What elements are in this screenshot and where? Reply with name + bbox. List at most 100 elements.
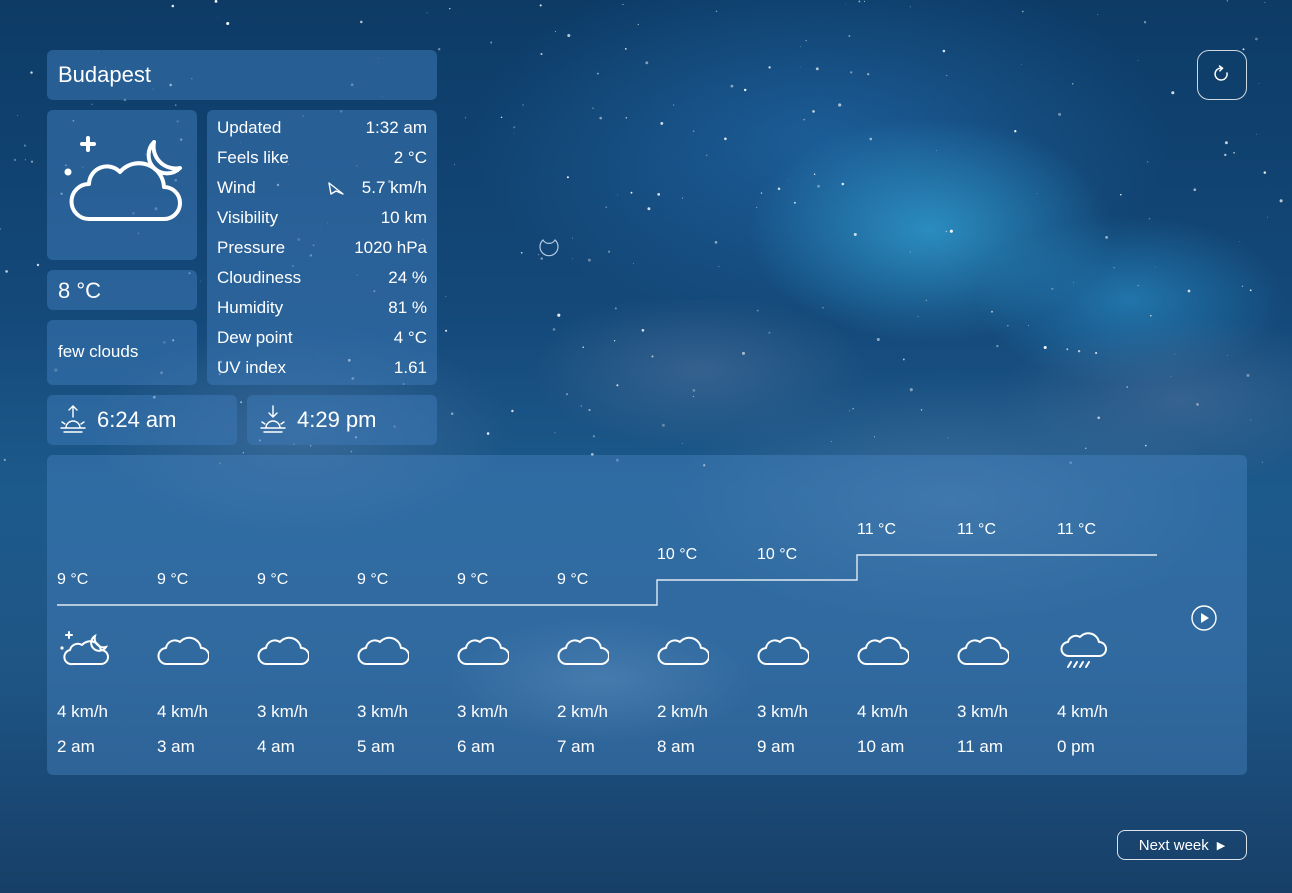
star bbox=[1145, 444, 1147, 447]
star bbox=[1255, 37, 1258, 41]
star bbox=[540, 257, 543, 260]
star bbox=[714, 241, 718, 244]
star bbox=[226, 21, 230, 26]
star bbox=[1224, 141, 1228, 145]
detail-label: Humidity bbox=[217, 298, 284, 317]
star bbox=[1233, 151, 1235, 154]
star bbox=[1246, 373, 1250, 377]
hourly-temp-label: 10 °C bbox=[757, 546, 798, 563]
detail-row-feels-like: Feels like 2 °C bbox=[217, 147, 427, 177]
hourly-wind-speed: 2 km/h bbox=[657, 702, 709, 721]
star bbox=[171, 4, 175, 8]
night-few-clouds-icon bbox=[64, 136, 182, 221]
star bbox=[522, 104, 524, 106]
star bbox=[592, 435, 596, 438]
star bbox=[936, 150, 937, 151]
star bbox=[1174, 353, 1176, 355]
star bbox=[1249, 289, 1252, 292]
star bbox=[490, 41, 493, 44]
star bbox=[605, 206, 607, 208]
star bbox=[614, 307, 617, 310]
hourly-wind-speed: 4 km/h bbox=[157, 702, 209, 721]
sunrise-time: 6:24 am bbox=[97, 407, 177, 432]
moon-crescent bbox=[539, 239, 559, 257]
star bbox=[310, 445, 312, 447]
star bbox=[1095, 351, 1098, 355]
refresh-button[interactable] bbox=[1197, 50, 1247, 100]
star bbox=[794, 201, 796, 204]
star bbox=[715, 10, 718, 13]
detail-label: Visibility bbox=[217, 208, 279, 227]
star bbox=[852, 408, 854, 410]
detail-row-uv-index: UV index 1.61 bbox=[217, 357, 427, 387]
next-week-button[interactable]: Next week ▶ bbox=[1117, 830, 1247, 860]
star bbox=[1126, 386, 1128, 388]
star bbox=[1058, 112, 1062, 116]
hourly-time: 5 am bbox=[357, 737, 395, 756]
star bbox=[240, 401, 243, 404]
star bbox=[1258, 83, 1260, 84]
detail-label: Feels like bbox=[217, 148, 289, 167]
star bbox=[449, 7, 451, 10]
star bbox=[1137, 285, 1139, 287]
play-forecast-button[interactable] bbox=[1191, 605, 1217, 631]
detail-row-humidity: Humidity 81 % bbox=[217, 297, 427, 327]
star bbox=[438, 48, 441, 51]
star bbox=[867, 73, 870, 76]
star bbox=[947, 437, 949, 439]
star bbox=[848, 410, 851, 412]
star bbox=[858, 0, 861, 3]
cloud-icon bbox=[857, 630, 910, 675]
star bbox=[869, 137, 873, 141]
star bbox=[217, 17, 219, 19]
hourly-temp-label: 11 °C bbox=[1057, 521, 1097, 538]
star bbox=[647, 207, 651, 211]
star bbox=[661, 423, 665, 427]
star bbox=[592, 107, 594, 109]
star bbox=[599, 116, 603, 120]
detail-row-wind: Wind 5.7 km/h bbox=[217, 177, 427, 207]
star bbox=[660, 121, 664, 125]
star bbox=[777, 187, 781, 191]
star bbox=[902, 358, 905, 361]
detail-value: 2 °C bbox=[393, 148, 427, 167]
star bbox=[360, 20, 363, 24]
star bbox=[1071, 83, 1074, 85]
star bbox=[617, 194, 618, 196]
star bbox=[1171, 91, 1175, 95]
star bbox=[36, 263, 40, 267]
star bbox=[1137, 60, 1139, 62]
hourly-time: 9 am bbox=[757, 737, 795, 756]
cloud-icon bbox=[457, 630, 510, 675]
star bbox=[426, 12, 428, 14]
star bbox=[540, 52, 543, 56]
star bbox=[539, 4, 542, 7]
cloud-icon bbox=[257, 630, 310, 675]
star bbox=[1261, 461, 1264, 463]
star bbox=[742, 351, 745, 355]
detail-row-dew-point: Dew point 4 °C bbox=[217, 327, 427, 357]
star bbox=[768, 66, 771, 69]
weather-details-panel: Updated 1:32 am Feels like 2 °C Wind 5.7… bbox=[207, 110, 437, 385]
star bbox=[850, 71, 853, 74]
hourly-forecast-panel: 9 °C 4 km/h 2 am 9 °C 4 km/h 3 am 9 °C 3 km/h 4 … bbox=[47, 455, 1247, 775]
wind-direction-icon bbox=[328, 182, 344, 195]
star bbox=[587, 258, 591, 262]
star bbox=[16, 114, 18, 116]
star bbox=[616, 384, 619, 387]
star bbox=[633, 263, 635, 265]
hourly-time: 4 am bbox=[257, 737, 295, 756]
star bbox=[630, 191, 633, 194]
star bbox=[1084, 447, 1087, 450]
star bbox=[588, 408, 591, 412]
star bbox=[552, 328, 556, 331]
star bbox=[566, 393, 568, 395]
star bbox=[555, 31, 556, 33]
star bbox=[863, 0, 866, 2]
detail-value: 1:32 am bbox=[365, 118, 427, 137]
star bbox=[1267, 216, 1268, 218]
star bbox=[1105, 236, 1108, 239]
sunset-icon bbox=[260, 405, 286, 433]
detail-row-cloudiness: Cloudiness 24 % bbox=[217, 267, 427, 297]
temperature-trend-line bbox=[57, 554, 1157, 606]
